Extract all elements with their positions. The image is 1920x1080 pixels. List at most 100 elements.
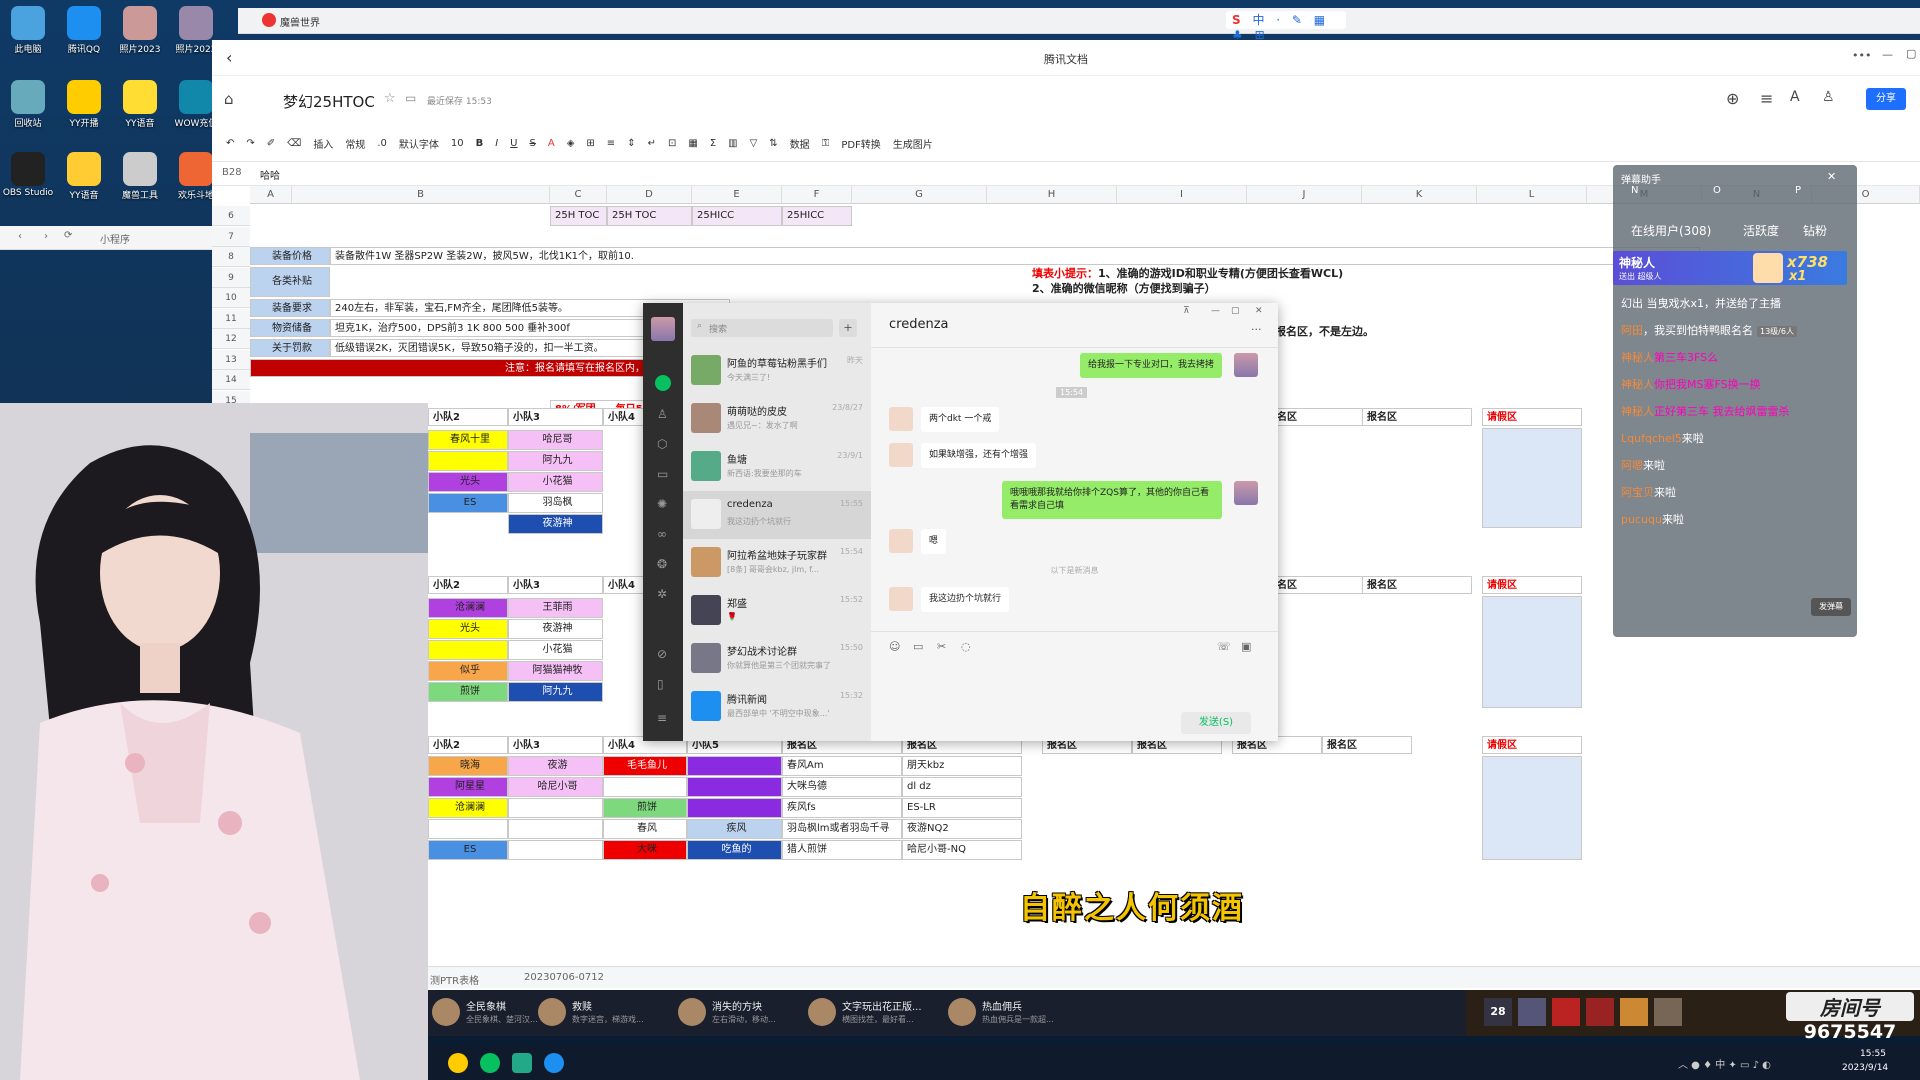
search-input[interactable]: 搜索 [691, 319, 833, 337]
video-call-icon[interactable]: ▣ [1241, 640, 1251, 653]
bold-button[interactable]: B [476, 138, 484, 149]
row-header[interactable]: 10 [212, 288, 250, 308]
redo-icon[interactable]: ↷ [246, 138, 254, 149]
phone-icon[interactable]: ▯ [657, 677, 664, 691]
member-cell[interactable] [428, 640, 508, 660]
row-header[interactable]: 13 [212, 349, 250, 370]
column-header[interactable]: D [607, 186, 692, 204]
member-cell[interactable]: 哈尼小哥 [508, 777, 603, 797]
activity-tab[interactable]: 活跃度 [1743, 222, 1779, 239]
chat-icon[interactable] [655, 375, 671, 391]
undo-icon[interactable]: ↶ [226, 138, 234, 149]
signup-cell[interactable]: dl dz [902, 777, 1022, 797]
group-header[interactable]: 请假区 [1482, 736, 1582, 754]
warning-cell[interactable]: 注意：报名请填写在报名区内， [250, 359, 650, 377]
pin-icon[interactable]: ⊼ [1183, 306, 1190, 316]
sort-icon[interactable]: ⇅ [769, 138, 777, 149]
contact-item[interactable]: 阿鱼的草莓钻粉黑手们 昨天 今天满三了! [683, 347, 871, 395]
ad-item[interactable]: 救赎 数字迷宫，梯游戏... [538, 996, 668, 1030]
danmaku-user[interactable]: 阿宝贝 [1621, 486, 1654, 499]
desktop-icon[interactable]: 魔兽工具 [114, 152, 166, 201]
row-header[interactable]: 6 [212, 206, 250, 226]
folder-icon[interactable]: ▭ [405, 91, 416, 105]
online-users[interactable]: 在线用户(308) [1631, 222, 1711, 239]
danmaku-user[interactable]: 阿嗯 [1621, 459, 1643, 472]
member-cell[interactable]: 夜游 [508, 756, 603, 776]
cell-r6[interactable]: 25H TOC [607, 206, 692, 226]
member-cell[interactable]: 疾风 [687, 819, 782, 839]
wechat-minimize-icon[interactable]: — [1211, 306, 1220, 316]
group-header[interactable]: 小队2 [428, 408, 508, 426]
cell-r6[interactable]: 25HICC [692, 206, 782, 226]
desktop-icon[interactable]: 此电脑 [2, 6, 54, 55]
ad-item[interactable]: 热血佣兵 热血佣兵是一款超... [948, 996, 1078, 1030]
row-header[interactable]: 14 [212, 370, 250, 390]
settings-menu-icon[interactable]: ≡ [657, 711, 667, 725]
contact-item[interactable]: 梦幻战术讨论群 15:50 你就算他是第三个团就完事了 [683, 635, 871, 683]
member-cell[interactable]: 夜游神 [508, 619, 603, 639]
danmaku-user[interactable]: 神秘人 [1621, 351, 1654, 364]
wechat-avatar[interactable] [651, 317, 675, 341]
cell-reference[interactable]: B28 [222, 167, 242, 178]
member-cell[interactable]: 夜游神 [508, 514, 603, 534]
column-header[interactable]: H [987, 186, 1117, 204]
eraser-icon[interactable]: ⌫ [287, 138, 301, 149]
group-header[interactable]: 小队2 [428, 576, 508, 594]
forward-arrow-icon[interactable]: › [44, 231, 48, 242]
send-danmaku-button[interactable]: 发弹幕 [1811, 598, 1851, 616]
signup-cell[interactable]: 朋天kbz [902, 756, 1022, 776]
valign-icon[interactable]: ⇕ [627, 138, 635, 149]
fill-color-icon[interactable]: ◈ [567, 138, 575, 149]
row-header[interactable]: 7 [212, 226, 250, 247]
column-header[interactable]: A [250, 186, 292, 204]
diamond-tab[interactable]: 钻粉 [1803, 222, 1827, 239]
member-cell[interactable]: 毛毛鱼儿 [603, 756, 687, 776]
signup-cell[interactable]: 夜游NQ2 [902, 819, 1022, 839]
qq-taskbar-icon[interactable] [544, 1053, 564, 1073]
column-header[interactable]: B [292, 186, 550, 204]
generate-image-button[interactable]: 生成图片 [893, 136, 933, 151]
italic-button[interactable]: I [495, 138, 498, 149]
desktop-icon[interactable]: OBS Studio [2, 152, 54, 198]
member-cell[interactable] [508, 798, 603, 818]
member-cell[interactable]: 阿九九 [508, 682, 603, 702]
wechat-maximize-icon[interactable]: ▢ [1231, 306, 1240, 316]
group-header[interactable]: 报名区 [1262, 408, 1372, 426]
emoji-icon[interactable]: ☺ [889, 640, 900, 653]
group-header[interactable]: 报名区 [1362, 576, 1472, 594]
maximize-icon[interactable]: ▢ [1906, 47, 1916, 60]
lock-icon[interactable]: ⚿ [822, 138, 830, 149]
search-feature-icon[interactable]: ✲ [657, 587, 667, 601]
member-cell[interactable]: 沧澜澜 [428, 598, 508, 618]
member-cell[interactable]: 光头 [428, 619, 508, 639]
member-cell[interactable]: 哈尼哥 [508, 430, 603, 450]
sheet-tab-1[interactable]: 测PTR表格 [430, 972, 479, 987]
sum-icon[interactable]: Σ [710, 138, 716, 149]
desktop-icon[interactable]: 照片2023 [114, 6, 166, 55]
chat-history-icon[interactable]: ◌ [961, 640, 971, 653]
insert-button[interactable]: 插入 [313, 136, 333, 151]
leave-area-cell[interactable] [1482, 756, 1582, 860]
column-header[interactable]: E [692, 186, 782, 204]
share-button[interactable]: 分享 [1866, 88, 1906, 110]
format-painter-icon[interactable]: ✐ [267, 138, 275, 149]
member-cell[interactable]: 王菲雨 [508, 598, 603, 618]
clock-time[interactable]: 15:55 [1860, 1049, 1886, 1059]
desktop-icon[interactable]: YY开播 [58, 80, 110, 129]
ad-item[interactable]: 消失的方块 左右滑动，移动... [678, 996, 808, 1030]
member-cell[interactable]: 光头 [428, 472, 508, 492]
refresh-icon[interactable]: ⟳ [64, 230, 72, 241]
home-icon[interactable]: ⌂ [224, 90, 234, 108]
user-icon[interactable]: ♙ [1822, 89, 1835, 105]
member-cell[interactable]: 春风 [603, 819, 687, 839]
voice-call-icon[interactable]: ☏ [1217, 640, 1231, 653]
group-header[interactable]: 小队2 [428, 736, 508, 754]
group-header[interactable]: 报名区 [1322, 736, 1412, 754]
member-cell[interactable]: 阿星星 [428, 777, 508, 797]
miniprogram-icon[interactable]: ❂ [657, 557, 667, 571]
doc-title[interactable]: 梦幻25HTOC [283, 91, 375, 112]
label-cell[interactable]: 装备要求 [250, 299, 330, 317]
formula-input[interactable]: 哈哈 [260, 167, 280, 182]
member-cell[interactable] [687, 798, 782, 818]
send-button[interactable]: 发送(S) [1181, 712, 1251, 734]
